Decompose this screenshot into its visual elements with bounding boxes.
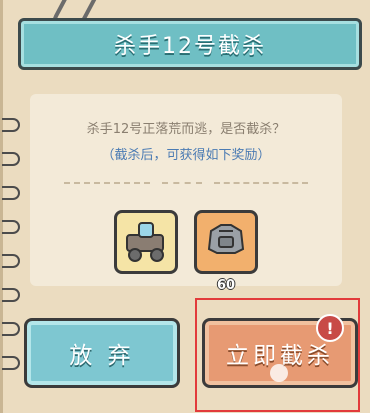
ring-icon xyxy=(2,152,20,166)
cart-icon xyxy=(126,222,164,262)
armor-icon xyxy=(207,224,245,254)
content-panel: 杀手12号正落荒而逃，是否截杀？ （截杀后，可获得如下奖励） 60 xyxy=(30,94,342,293)
reward-hint: （截杀后，可获得如下奖励） xyxy=(101,148,271,163)
dialog-title: 杀手12号截杀 xyxy=(114,34,266,59)
divider-left xyxy=(64,182,150,184)
ring-icon xyxy=(2,322,20,336)
divider-right xyxy=(214,182,308,184)
ring-icon xyxy=(2,118,20,132)
reward-cart-icon[interactable] xyxy=(114,210,178,274)
reward-count: 60 xyxy=(216,278,236,293)
question-text: 杀手12号正落荒而逃，是否截杀？ xyxy=(86,122,286,137)
highlight-box xyxy=(195,298,360,412)
ring-icon xyxy=(2,254,20,268)
ring-icon xyxy=(2,356,20,370)
ring-icon xyxy=(2,288,20,302)
ring-icon xyxy=(2,220,20,234)
divider-center xyxy=(162,182,202,184)
reward-armor-icon[interactable]: 60 xyxy=(194,210,258,293)
abandon-button[interactable]: 放 弃 xyxy=(24,318,180,388)
title-banner: 杀手12号截杀 xyxy=(18,18,362,70)
tap-indicator-icon xyxy=(270,364,288,382)
ring-icon xyxy=(2,186,20,200)
